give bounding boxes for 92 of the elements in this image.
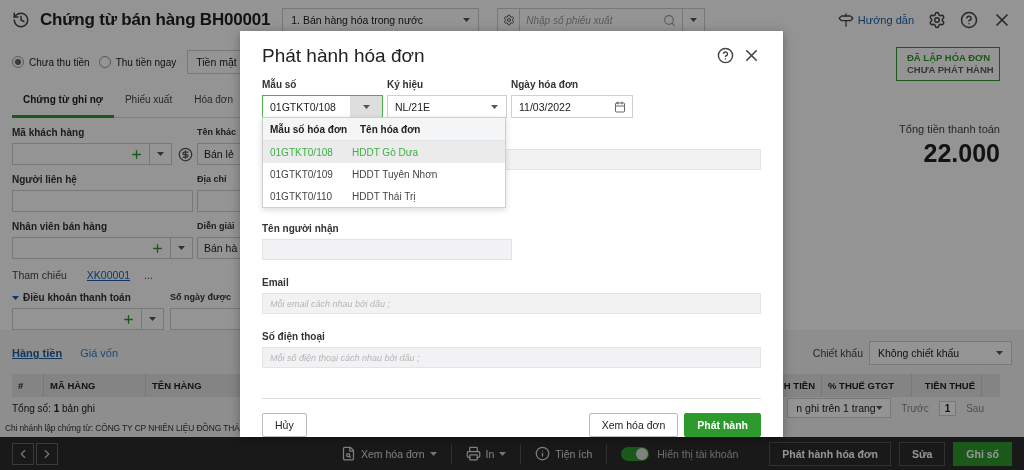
print-button[interactable]: In xyxy=(465,446,507,461)
column-header: Tên hóa đơn xyxy=(359,123,422,135)
field-label: Số ngày được xyxy=(170,291,231,304)
status-badge: ĐÃ LẬP HÓA ĐƠN CHƯA PHÁT HÀNH xyxy=(896,47,1000,81)
combo-field[interactable]: 01GTKT0/108 xyxy=(262,95,383,118)
radio-label: Thu tiền ngay xyxy=(115,56,177,68)
settings-icon[interactable] xyxy=(928,11,946,29)
column-header: % THUẾ GTGT xyxy=(822,374,912,397)
date-field[interactable]: 11/03/2022 xyxy=(511,95,633,118)
caret-icon xyxy=(429,451,437,456)
settings-icon[interactable] xyxy=(502,14,515,26)
field-label: Tên người nhận xyxy=(262,222,340,235)
combo-field[interactable] xyxy=(12,237,193,259)
caret-icon xyxy=(875,406,883,410)
page-number[interactable]: 1 xyxy=(938,400,957,416)
field-label: Mẫu số xyxy=(262,78,298,91)
caret-icon xyxy=(178,246,185,250)
select-field[interactable]: NL/21E xyxy=(387,95,507,118)
caret-icon xyxy=(499,451,507,456)
help-icon[interactable] xyxy=(717,47,734,64)
caret-icon xyxy=(157,152,164,156)
footer-button[interactable]: Phát hành hóa đơn xyxy=(769,441,891,466)
radio-button[interactable] xyxy=(98,56,111,68)
dropdown-button[interactable] xyxy=(350,96,382,117)
field-label: Diễn giải xyxy=(197,220,235,233)
printer-icon xyxy=(465,446,481,461)
field-label: Mã khách hàng xyxy=(12,126,85,139)
total-label: Tổng tiền thanh toán xyxy=(899,123,1000,135)
field-label: Email xyxy=(262,276,290,289)
reference-link[interactable]: XK00001 xyxy=(86,269,131,281)
page-size-select[interactable]: n ghi trên 1 trang xyxy=(787,398,892,418)
field-label: Tên khác xyxy=(197,126,236,139)
reference-label: Tham chiếu xyxy=(12,269,67,281)
type-select[interactable]: 1. Bán hàng hóa trong nước xyxy=(282,8,480,32)
caret-icon xyxy=(996,351,1003,355)
utilities-button[interactable]: Tiện ích xyxy=(535,446,593,461)
plus-icon xyxy=(151,241,164,255)
total-value: 22.000 xyxy=(923,139,1000,168)
tab[interactable]: Chứng từ ghi nợ xyxy=(12,84,114,118)
caret-icon xyxy=(149,317,156,321)
tab[interactable]: Phiếu xuất xyxy=(113,84,184,118)
combo-field[interactable] xyxy=(12,143,172,165)
field-label: Người liên hệ xyxy=(12,173,77,186)
page-title: Chứng từ bán hàng BH00001 xyxy=(40,10,271,30)
radio-button[interactable] xyxy=(12,56,24,68)
plus-icon xyxy=(122,312,135,326)
dialog-button[interactable]: Xem hóa đơn xyxy=(588,413,679,437)
record-count: Tổng số: 1 bản ghi xyxy=(12,402,95,414)
guide-link[interactable]: Hướng dẫn xyxy=(837,12,914,28)
dropdown-option[interactable]: 01GTKT0/110 HDDT Thái Trị xyxy=(263,185,505,207)
help-icon[interactable] xyxy=(960,11,978,29)
discount-label: Chiết khấu xyxy=(812,347,863,359)
field-label: Ký hiệu xyxy=(387,78,425,91)
column-header: TIỀN THUẾ xyxy=(912,374,982,397)
dialog-button[interactable]: Hủy xyxy=(262,413,307,437)
search-icon[interactable] xyxy=(663,13,677,27)
field-label: Ngày hóa đơn xyxy=(511,78,580,91)
field-label: Số điện thoại xyxy=(262,330,326,343)
view-invoice-button[interactable]: Xem hóa đơn xyxy=(341,446,437,461)
column-header: # xyxy=(12,374,44,397)
document-search-icon xyxy=(341,446,356,461)
caret-icon[interactable] xyxy=(12,294,19,301)
caret-icon xyxy=(690,18,698,22)
dialog-button[interactable]: Phát hành xyxy=(684,413,761,437)
input-field[interactable] xyxy=(12,190,193,212)
dropdown-option[interactable]: 01GTKT0/109 HDDT Tuyên Nhơn xyxy=(263,163,505,185)
toggle-switch[interactable] xyxy=(621,446,650,461)
plus-icon xyxy=(130,147,143,161)
signpost-icon xyxy=(837,12,854,28)
previous-button[interactable] xyxy=(12,442,34,465)
tab[interactable]: Giá vốn xyxy=(80,347,119,359)
dollar-icon[interactable] xyxy=(178,146,193,162)
history-icon[interactable] xyxy=(12,11,30,29)
column-header: MÃ HÀNG xyxy=(44,374,146,397)
caret-icon xyxy=(362,104,370,109)
tab[interactable]: Hóa đơn xyxy=(183,84,244,118)
column-header: Mẫu số hóa đơn xyxy=(269,123,349,135)
caret-icon xyxy=(463,18,471,22)
discount-select[interactable]: Không chiết khấu xyxy=(869,341,1012,365)
radio-label: Chưa thu tiền xyxy=(29,56,90,68)
input-field[interactable] xyxy=(262,239,512,260)
field-label: Nhân viên bán hàng xyxy=(12,220,107,233)
field-label: Điều khoản thanh toán xyxy=(23,291,131,304)
next-button[interactable] xyxy=(36,442,58,465)
combo-field[interactable] xyxy=(12,308,164,330)
toggle-label: Hiển thị tài khoản xyxy=(657,447,739,460)
footer-button[interactable]: Sửa xyxy=(898,441,946,466)
calendar-icon[interactable] xyxy=(614,100,626,113)
field-label: Địa chỉ xyxy=(197,173,227,186)
tab[interactable]: Hàng tiền xyxy=(12,347,63,359)
caret-icon xyxy=(491,104,498,109)
info-icon xyxy=(535,446,551,461)
